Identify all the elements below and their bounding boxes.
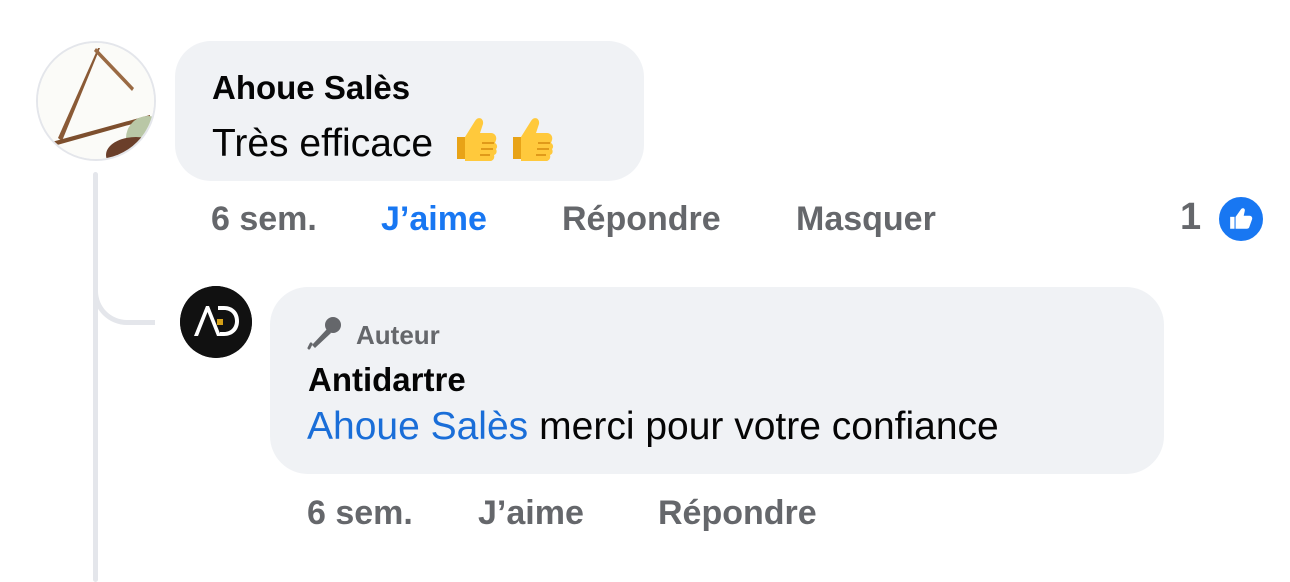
reply-button[interactable]: Répondre xyxy=(562,200,721,239)
like-thumb-icon[interactable] xyxy=(1216,194,1266,244)
microphone-icon xyxy=(306,314,346,357)
reply-bubble: Auteur Antidartre Ahoue Salès merci pour… xyxy=(270,287,1164,474)
antidartre-logo xyxy=(180,286,252,358)
reply-text: merci pour votre confiance xyxy=(539,405,999,448)
comment-text: Très efficace xyxy=(212,122,434,165)
comment-text-row: Très efficace xyxy=(212,113,555,175)
thumbs-up-emoji-icon xyxy=(503,113,555,175)
avatar[interactable] xyxy=(36,41,156,161)
hide-button[interactable]: Masquer xyxy=(796,200,936,239)
author-badge: Auteur xyxy=(306,314,440,357)
like-button[interactable]: J’aime xyxy=(381,200,487,239)
avatar-photo xyxy=(38,43,154,159)
reply-author-name[interactable]: Antidartre xyxy=(308,361,466,399)
thread-connector-curve xyxy=(93,250,155,325)
avatar[interactable] xyxy=(180,286,252,358)
reply-like-button[interactable]: J’aime xyxy=(478,494,584,533)
mention-link[interactable]: Ahoue Salès xyxy=(307,405,528,449)
reply-timestamp[interactable]: 6 sem. xyxy=(307,494,413,533)
comment-author-name[interactable]: Ahoue Salès xyxy=(212,69,410,107)
reply-text-row: Ahoue Salès merci pour votre confiance xyxy=(307,405,999,449)
comment-bubble: Ahoue Salès Très efficace xyxy=(175,41,644,181)
reply-reply-button[interactable]: Répondre xyxy=(658,494,817,533)
author-badge-label: Auteur xyxy=(356,320,440,350)
comment-timestamp[interactable]: 6 sem. xyxy=(211,200,317,239)
reaction-count[interactable]: 1 xyxy=(1180,196,1201,239)
thread-line xyxy=(93,172,98,582)
thumbs-up-emoji-icon xyxy=(447,113,499,175)
